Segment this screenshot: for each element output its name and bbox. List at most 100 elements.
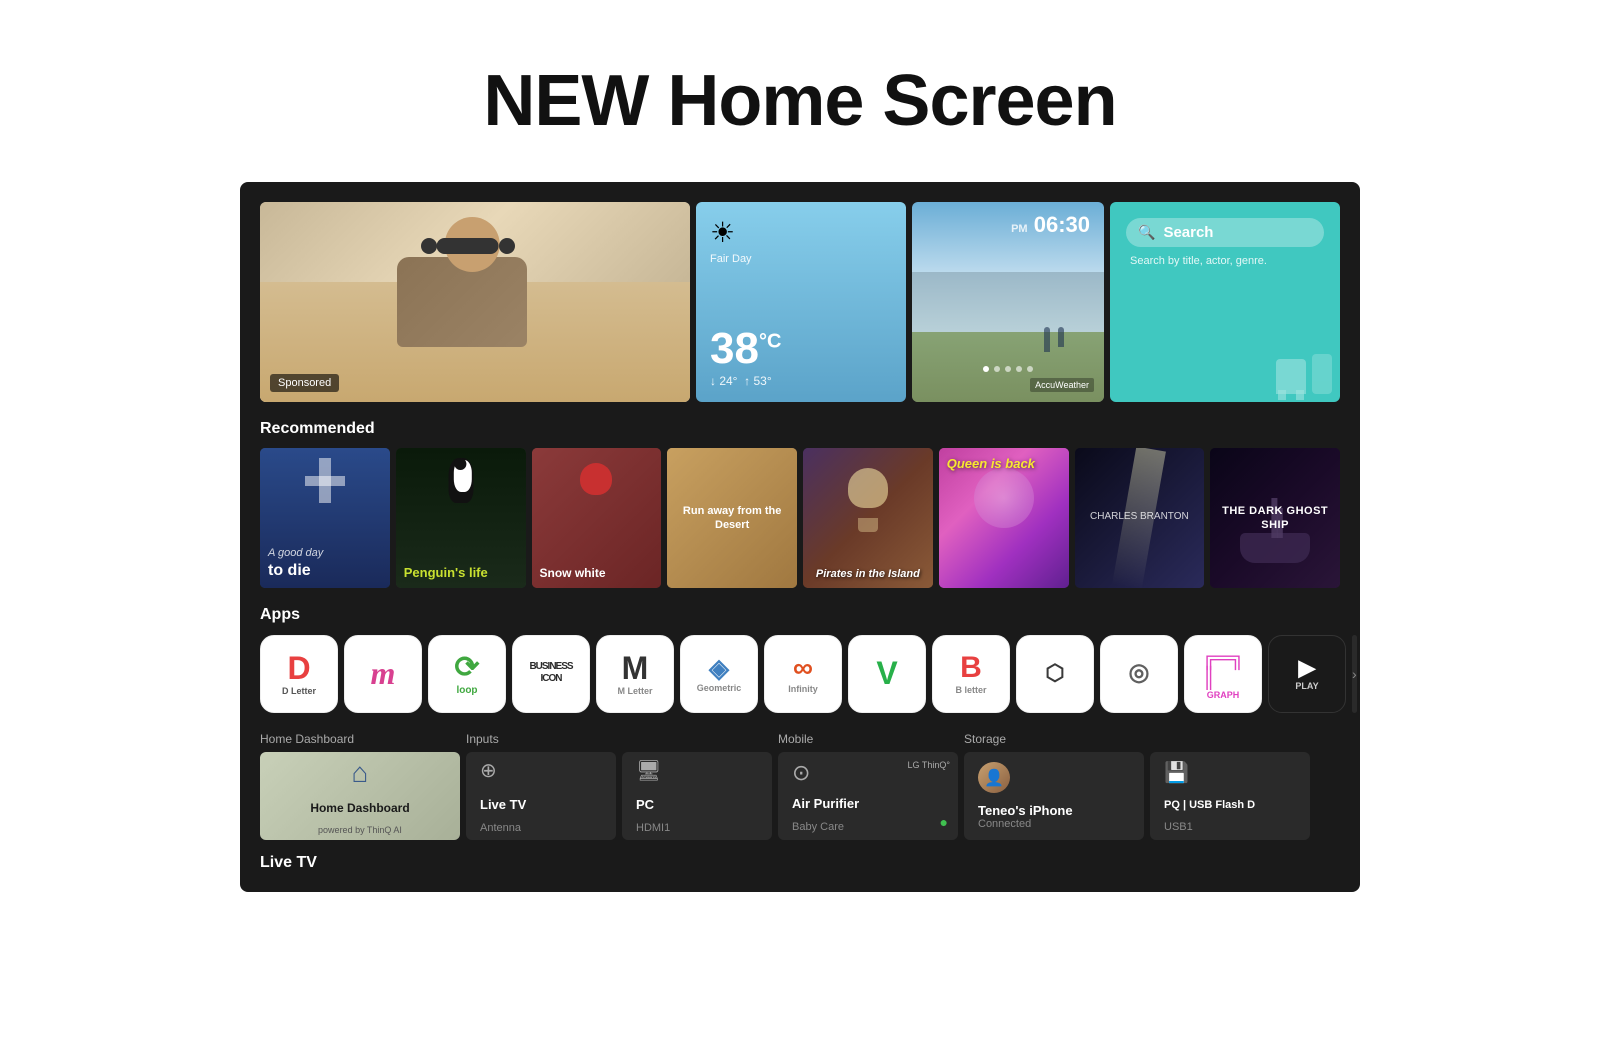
rec-card-6[interactable]: Queen is back [939, 448, 1069, 588]
rec-card-1[interactable]: A good day to die [260, 448, 390, 588]
inf-label: Infinity [788, 684, 818, 694]
d-letter-symbol: D [287, 652, 310, 684]
live-tv-bar: Live TV [260, 840, 1340, 882]
v-symbol: V [876, 657, 897, 689]
rc5-title: Pirates in the Island [816, 568, 920, 580]
app-infinity[interactable]: ∞ Infinity [764, 635, 842, 713]
app-v[interactable]: V [848, 635, 926, 713]
search-bar[interactable]: 🔍 Search [1126, 218, 1324, 247]
b-label: B letter [955, 685, 986, 695]
home-icon: ⌂ [352, 757, 369, 789]
graph-label: GRAPH [1207, 690, 1240, 700]
d-letter-label: D Letter [282, 686, 316, 696]
rc1-top: A good day [268, 547, 382, 559]
app-m-letter[interactable]: M M Letter [596, 635, 674, 713]
rc2-title: Penguin's life [404, 565, 518, 580]
weather-icon: ☀ [710, 216, 892, 249]
live-tv-title: Live TV [480, 797, 526, 812]
rc7-author: CHARLES BRANTON [1090, 511, 1189, 522]
app-geometric[interactable]: ◈ Geometric [680, 635, 758, 713]
hero-main[interactable]: Sponsored [260, 202, 690, 402]
hero-landscape[interactable]: PM 06:30 AccuWeather [912, 202, 1104, 402]
rec-card-7[interactable]: CHARLES BRANTON [1075, 448, 1205, 588]
search-icon: 🔍 [1138, 224, 1155, 241]
pc-card[interactable]: 🖥 PC HDMI1 [622, 752, 772, 840]
geo-symbol: ◈ [709, 655, 729, 681]
hero-weather[interactable]: ☀ Fair Day 38°C ↓ 24° ↑ 53° [696, 202, 906, 402]
app-share[interactable]: ⬡ [1016, 635, 1094, 713]
app-loop[interactable]: ⟳ loop [428, 635, 506, 713]
loop-label: loop [456, 685, 477, 696]
rec-card-2[interactable]: Penguin's life [396, 448, 526, 588]
rc6-title: Queen is back [947, 456, 1061, 471]
recommended-row: A good day to die Penguin's life [260, 448, 1340, 588]
m-symbol: m [371, 657, 396, 689]
apps-row: D D Letter m ⟳ loop BUSINESSICON M M Let… [260, 634, 1340, 714]
geo-label: Geometric [697, 683, 742, 693]
dashboard-sections: Home Dashboard ⌂ Home Dashboard powered … [260, 732, 1340, 840]
play-label: PLAY [1295, 681, 1318, 691]
weather-temp: 38°C [710, 324, 892, 374]
weather-range: ↓ 24° ↑ 53° [710, 374, 892, 388]
air-green-dot: ● [940, 814, 948, 830]
skull-icon [848, 468, 888, 508]
search-hint: Search by title, actor, genre. [1126, 255, 1324, 267]
app-d-letter[interactable]: D D Letter [260, 635, 338, 713]
app-business-icon[interactable]: BUSINESSICON [512, 635, 590, 713]
sponsored-badge: Sponsored [270, 374, 339, 392]
ml-label: M Letter [617, 686, 652, 696]
live-tv-icon: ⊕ [480, 758, 497, 783]
air-purifier-title: Air Purifier [792, 796, 859, 811]
biz-symbol: BUSINESSICON [529, 661, 572, 685]
iphone-title: Teneo's iPhone [978, 803, 1073, 818]
lg-thinq-label: LG ThinQ° [908, 760, 950, 770]
home-dashboard-sub: powered by ThinQ AI [318, 825, 402, 835]
iphone-sub: Connected [978, 818, 1073, 830]
mobile-label: Mobile [778, 732, 958, 746]
search-label: Search [1163, 224, 1213, 241]
landscape-dots [983, 366, 1033, 372]
app-m[interactable]: m [344, 635, 422, 713]
iphone-card[interactable]: 👤 Teneo's iPhone Connected [964, 752, 1144, 840]
rec-card-8[interactable]: THE DARK GHOST SHIP [1210, 448, 1340, 588]
b-symbol: B [960, 653, 982, 683]
rec-card-5[interactable]: Pirates in the Island [803, 448, 933, 588]
pc-sub: HDMI1 [636, 822, 670, 834]
apps-label: Apps [260, 606, 1340, 624]
rc4-title: Run away from the Desert [675, 504, 789, 533]
accu-badge: AccuWeather [1030, 378, 1094, 392]
live-tv-card[interactable]: ⊕ Live TV Antenna [466, 752, 616, 840]
air-purifier-icon: ⊙ [792, 760, 810, 786]
inf-symbol: ∞ [793, 654, 813, 682]
ml-symbol: M [622, 652, 649, 684]
home-dashboard-title: Home Dashboard [310, 801, 409, 815]
app-play[interactable]: ▶ PLAY [1268, 635, 1346, 713]
loop-symbol: ⟳ [454, 653, 479, 683]
app-rings[interactable]: ◎ [1100, 635, 1178, 713]
mobile-section: Mobile LG ThinQ° ⊙ Air Purifier Baby Car… [778, 732, 958, 840]
page-title: NEW Home Screen [0, 0, 1600, 182]
play-symbol: ▶ [1299, 657, 1316, 679]
apps-arrow[interactable]: › [1352, 635, 1357, 713]
avatar: 👤 [978, 762, 1010, 793]
hero-search[interactable]: 🔍 Search Search by title, actor, genre. [1110, 202, 1340, 402]
usb-card[interactable]: 💾 PQ | USB Flash D USB1 [1150, 752, 1310, 840]
usb-title: PQ | USB Flash D [1164, 799, 1255, 811]
home-dashboard-card[interactable]: ⌂ Home Dashboard powered by ThinQ AI [260, 752, 460, 840]
app-graph[interactable]: ╔═╗║ GRAPH [1184, 635, 1262, 713]
inputs-label: Inputs [466, 732, 772, 746]
storage-label: Storage [964, 732, 1310, 746]
usb-sub: USB1 [1164, 821, 1193, 833]
storage-section: Storage 👤 Teneo's iPhone Connected 💾 PQ … [964, 732, 1310, 840]
inputs-section: Inputs ⊕ Live TV Antenna 🖥 PC HDMI1 [466, 732, 772, 840]
rec-card-4[interactable]: Run away from the Desert [667, 448, 797, 588]
pc-title: PC [636, 797, 654, 812]
hero-landscape-time: PM 06:30 [1011, 212, 1090, 238]
tv-frame: Sponsored ☀ Fair Day 38°C ↓ 24° ↑ 53° [240, 182, 1360, 892]
air-purifier-card[interactable]: LG ThinQ° ⊙ Air Purifier Baby Care ● [778, 752, 958, 840]
share-symbol: ⬡ [1045, 662, 1064, 684]
rec-card-3[interactable]: Snow white [532, 448, 662, 588]
app-b-letter[interactable]: B B letter [932, 635, 1010, 713]
rc3-title: Snow white [540, 566, 654, 580]
recommended-label: Recommended [260, 420, 1340, 438]
